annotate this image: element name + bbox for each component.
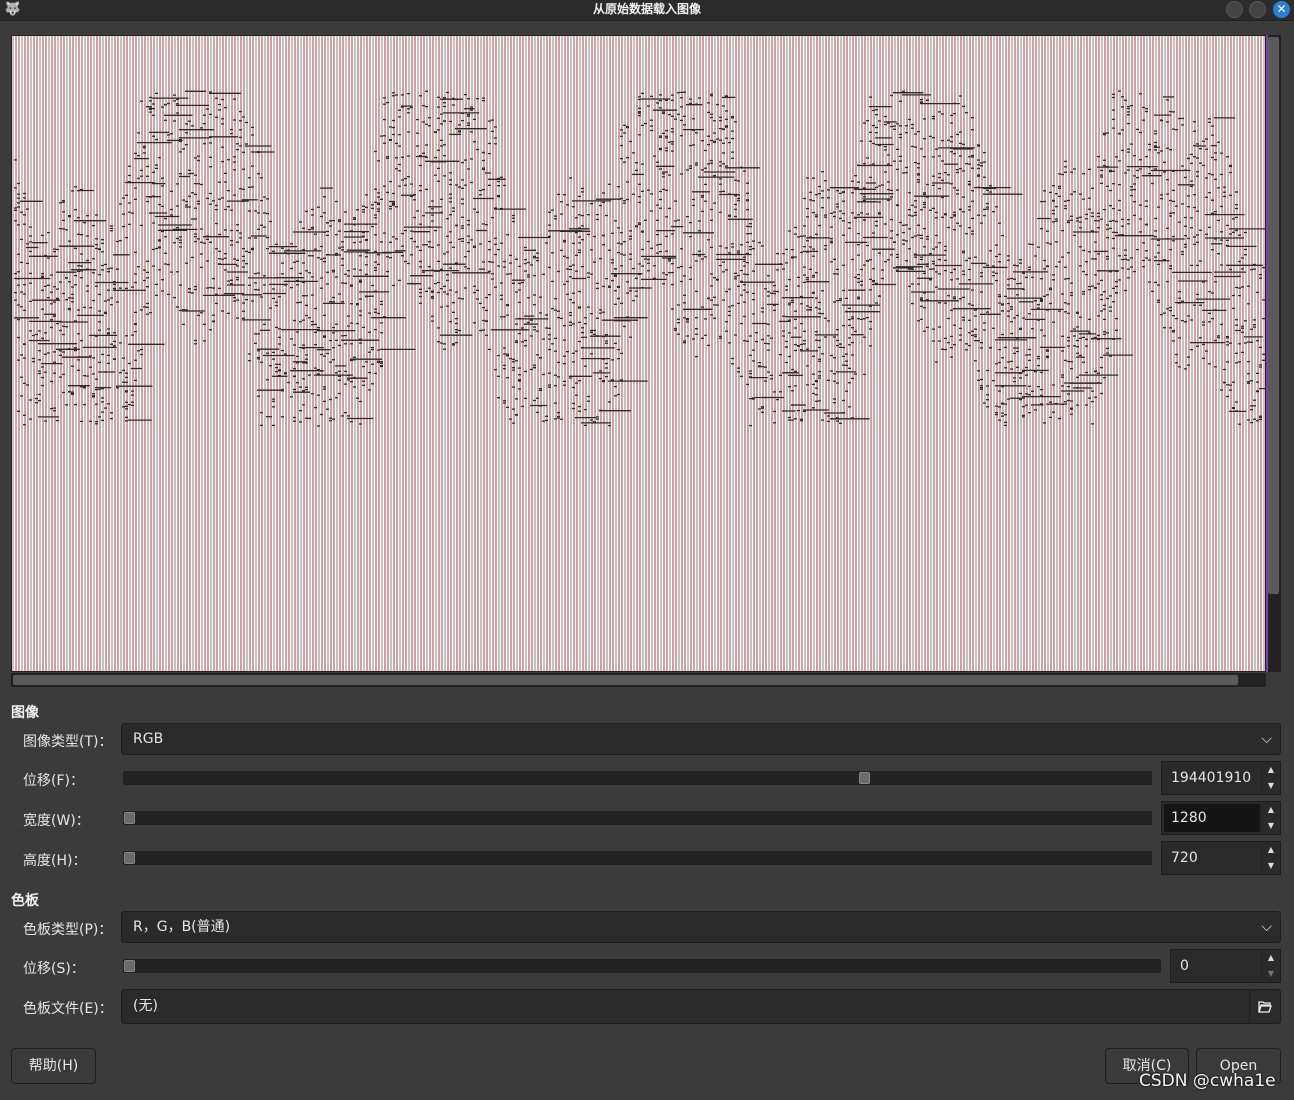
decrement-button[interactable]: ▼ [1262, 858, 1280, 874]
preview-canvas [12, 36, 1265, 671]
palette-type-label: 色板类型(P)： [23, 922, 113, 938]
palette-type-combo[interactable]: R，G，B(普通) ⌵ [121, 911, 1281, 943]
preview-horizontal-scrollbar[interactable] [11, 673, 1266, 687]
height-spinner[interactable]: 720 ▲ ▼ [1161, 841, 1281, 875]
palette-offset-value[interactable]: 0 [1180, 950, 1189, 982]
height-value[interactable]: 720 [1171, 842, 1198, 874]
height-slider-handle[interactable] [124, 852, 135, 864]
decrement-button[interactable]: ▼ [1262, 818, 1280, 834]
raw-image-preview [11, 35, 1266, 672]
increment-button[interactable]: ▲ [1262, 762, 1280, 778]
watermark-text: CSDN @cwha1e [1139, 1071, 1276, 1091]
image-type-combo[interactable]: RGB ⌵ [121, 723, 1281, 755]
palette-offset-label: 位移(S)： [23, 961, 85, 977]
image-section-title: 图像 [11, 705, 39, 721]
height-label: 高度(H)： [23, 853, 87, 869]
palette-offset-slider-handle[interactable] [124, 960, 135, 972]
palette-file-chooser[interactable]: (无) [121, 989, 1281, 1024]
palette-offset-slider[interactable] [123, 959, 1161, 973]
image-type-value: RGB [133, 731, 164, 747]
palette-type-value: R，G，B(普通) [133, 919, 231, 935]
vertical-scroll-thumb[interactable] [1268, 37, 1279, 594]
width-slider[interactable] [123, 811, 1152, 825]
palette-offset-spinner[interactable]: 0 ▲ ▼ [1170, 949, 1281, 983]
increment-button[interactable]: ▲ [1262, 950, 1280, 966]
width-slider-handle[interactable] [124, 812, 135, 824]
image-type-label: 图像类型(T)： [23, 734, 113, 750]
height-slider[interactable] [123, 851, 1152, 865]
preview-vertical-scrollbar[interactable] [1266, 35, 1281, 672]
minimize-button[interactable] [1226, 1, 1243, 18]
palette-section-title: 色板 [11, 893, 39, 909]
maximize-button[interactable] [1249, 1, 1266, 18]
decrement-button[interactable]: ▼ [1262, 966, 1280, 982]
title-bar: 🐺 从原始数据载入图像 ✕ [0, 0, 1294, 21]
width-label: 宽度(W)： [23, 813, 90, 829]
palette-file-label: 色板文件(E)： [23, 1001, 113, 1017]
width-spinner[interactable]: 1280 ▲ ▼ [1161, 801, 1281, 835]
open-file-icon[interactable] [1249, 990, 1280, 1023]
folder-open-icon [1258, 1000, 1272, 1013]
offset-slider[interactable] [123, 771, 1152, 785]
offset-spinner[interactable]: 194401910 ▲ ▼ [1161, 761, 1281, 795]
chevron-down-icon: ⌵ [1261, 919, 1272, 935]
window-title: 从原始数据载入图像 [592, 2, 701, 16]
decrement-button[interactable]: ▼ [1262, 778, 1280, 794]
close-button[interactable]: ✕ [1273, 1, 1290, 18]
increment-button[interactable]: ▲ [1262, 802, 1280, 818]
offset-slider-handle[interactable] [859, 772, 870, 784]
width-value[interactable]: 1280 [1171, 802, 1207, 834]
increment-button[interactable]: ▲ [1262, 842, 1280, 858]
offset-value[interactable]: 194401910 [1171, 762, 1251, 794]
help-button[interactable]: 帮助(H) [11, 1048, 96, 1084]
palette-file-value: (无) [133, 998, 158, 1014]
offset-label: 位移(F)： [23, 773, 84, 789]
horizontal-scroll-thumb[interactable] [13, 675, 1238, 685]
chevron-down-icon: ⌵ [1261, 731, 1272, 747]
